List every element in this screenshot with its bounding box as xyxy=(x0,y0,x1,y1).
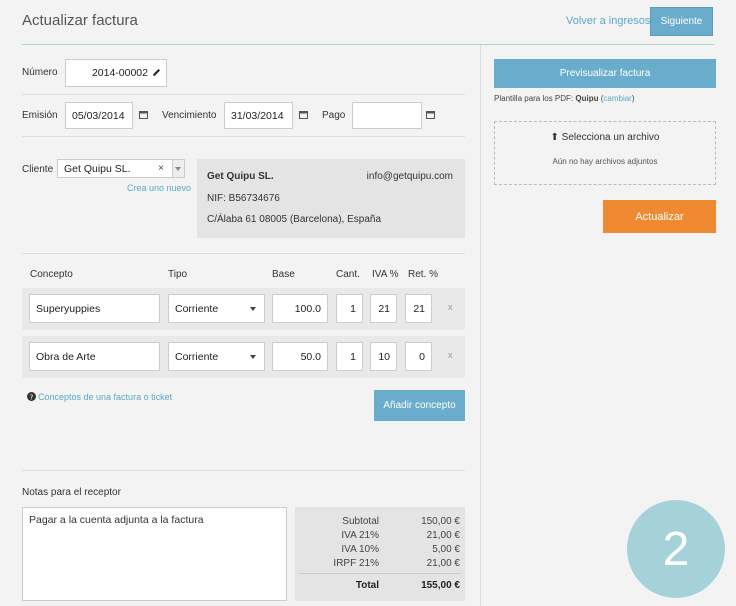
divider xyxy=(22,94,465,95)
ret-value: 0 xyxy=(419,350,425,363)
col-vat: IVA % xyxy=(372,269,399,280)
col-concept: Concepto xyxy=(30,269,73,280)
col-qty: Cant. xyxy=(336,269,360,280)
qty-input[interactable]: 1 xyxy=(336,342,363,371)
payment-label: Pago xyxy=(322,110,346,121)
total-label: Subtotal xyxy=(342,516,379,527)
template-prefix: Plantilla para los PDF: xyxy=(494,94,574,103)
base-value: 100.0 xyxy=(294,302,321,315)
client-card-nif: NIF: B56734676 xyxy=(207,193,280,204)
totals-divider xyxy=(299,573,461,574)
qty-input[interactable]: 1 xyxy=(336,294,363,323)
issue-date-field[interactable]: 05/03/2014 xyxy=(65,102,133,129)
vat-value: 10 xyxy=(378,350,390,363)
number-label: Número xyxy=(22,67,58,78)
client-card-address: C/Álaba 61 08005 (Barcelona), España xyxy=(207,214,382,225)
notes-label: Notas para el receptor xyxy=(22,487,121,498)
client-selected-value: Get Quipu SL. xyxy=(64,162,131,175)
notes-textarea[interactable]: Pagar a la cuenta adjunta a la factura xyxy=(22,507,287,601)
client-select[interactable]: Get Quipu SL. × xyxy=(57,159,185,178)
vat-value: 21 xyxy=(378,302,390,315)
upload-arrow-icon: ⬆ xyxy=(550,132,559,143)
change-template-link[interactable]: cambiar xyxy=(603,94,631,103)
ret-input[interactable]: 0 xyxy=(405,342,432,371)
total-label: Total xyxy=(355,580,379,591)
number-value: 2014-00002 xyxy=(91,67,148,79)
base-input[interactable]: 50.0 xyxy=(272,342,328,371)
header-divider xyxy=(22,44,714,45)
total-value: 5,00 € xyxy=(432,544,460,555)
client-card-name: Get Quipu SL. xyxy=(207,171,274,182)
concept-input[interactable]: Superyuppies xyxy=(29,294,160,323)
total-value: 21,00 € xyxy=(426,558,460,569)
total-value: 155,00 € xyxy=(421,580,460,591)
calendar-icon[interactable] xyxy=(299,110,308,119)
step-badge: 2 xyxy=(627,500,725,598)
next-button[interactable]: Siguiente xyxy=(650,7,713,36)
client-card: Get Quipu SL. info@getquipu.com NIF: B56… xyxy=(197,159,465,238)
pencil-icon[interactable] xyxy=(152,68,161,77)
issue-label: Emisión xyxy=(22,110,58,121)
divider xyxy=(22,253,465,254)
upload-label: Selecciona un archivo xyxy=(561,132,660,143)
due-date-field[interactable]: 31/03/2014 xyxy=(224,102,293,129)
client-label: Cliente xyxy=(22,164,54,175)
total-value: 21,00 € xyxy=(426,530,460,541)
file-upload-zone[interactable]: ⬆ Selecciona un archivo Aún no hay archi… xyxy=(494,121,716,185)
caret-down-icon xyxy=(250,354,256,359)
template-name: Quipu xyxy=(575,94,599,103)
new-client-link[interactable]: Crea uno nuevo xyxy=(127,183,191,193)
col-ret: Ret. % xyxy=(408,269,439,280)
vat-input[interactable]: 10 xyxy=(370,342,397,371)
ret-input[interactable]: 21 xyxy=(405,294,432,323)
totals-box: Subtotal 150,00 € IVA 21% 21,00 € IVA 10% 5… xyxy=(295,507,465,601)
type-value: Corriente xyxy=(175,350,219,363)
divider xyxy=(22,136,465,137)
total-label: IVA 21% xyxy=(341,530,379,541)
type-select[interactable]: Corriente xyxy=(168,342,265,371)
type-value: Corriente xyxy=(175,302,219,315)
divider xyxy=(22,470,465,471)
due-label: Vencimiento xyxy=(162,110,217,121)
caret-down-icon xyxy=(250,306,256,311)
vat-input[interactable]: 21 xyxy=(370,294,397,323)
preview-invoice-button[interactable]: Previsualizar factura xyxy=(494,59,716,88)
pdf-template-line: Plantilla para los PDF: Quipu (cambiar) xyxy=(494,94,635,103)
total-label: IVA 10% xyxy=(341,544,379,555)
page-title: Actualizar factura xyxy=(22,12,138,29)
svg-text:?: ? xyxy=(30,393,34,401)
ret-value: 21 xyxy=(413,302,425,315)
type-select[interactable]: Corriente xyxy=(168,294,265,323)
base-input[interactable]: 100.0 xyxy=(272,294,328,323)
delete-row-icon[interactable]: x xyxy=(448,350,453,360)
back-to-income-link[interactable]: Volver a ingresos xyxy=(566,15,650,27)
clear-icon[interactable]: × xyxy=(158,163,164,174)
total-label: IRPF 21% xyxy=(333,558,379,569)
select-arrow-icon[interactable] xyxy=(172,160,184,177)
base-value: 50.0 xyxy=(300,350,321,363)
no-attachments-text: Aún no hay archivos adjuntos xyxy=(552,157,658,166)
question-icon: ? xyxy=(27,392,36,401)
concept-value: Superyuppies xyxy=(36,302,101,315)
delete-row-icon[interactable]: x xyxy=(448,302,453,312)
col-base: Base xyxy=(272,269,295,280)
col-type: Tipo xyxy=(168,269,188,280)
client-card-email: info@getquipu.com xyxy=(366,171,453,182)
payment-date-field[interactable] xyxy=(352,102,422,129)
concept-input[interactable]: Obra de Arte xyxy=(29,342,160,371)
add-concept-button[interactable]: Añadir concepto xyxy=(374,390,465,421)
qty-value: 1 xyxy=(350,350,356,363)
column-divider xyxy=(480,45,481,606)
due-date-value: 31/03/2014 xyxy=(231,109,284,122)
concept-value: Obra de Arte xyxy=(36,350,96,363)
concepts-help-link[interactable]: Conceptos de una factura o ticket xyxy=(38,392,172,402)
calendar-icon[interactable] xyxy=(426,110,435,119)
issue-date-value: 05/03/2014 xyxy=(72,109,125,122)
calendar-icon[interactable] xyxy=(139,110,148,119)
upload-prompt[interactable]: ⬆ Selecciona un archivo xyxy=(495,132,715,143)
total-value: 150,00 € xyxy=(421,516,460,527)
update-button[interactable]: Actualizar xyxy=(603,200,716,233)
qty-value: 1 xyxy=(350,302,356,315)
